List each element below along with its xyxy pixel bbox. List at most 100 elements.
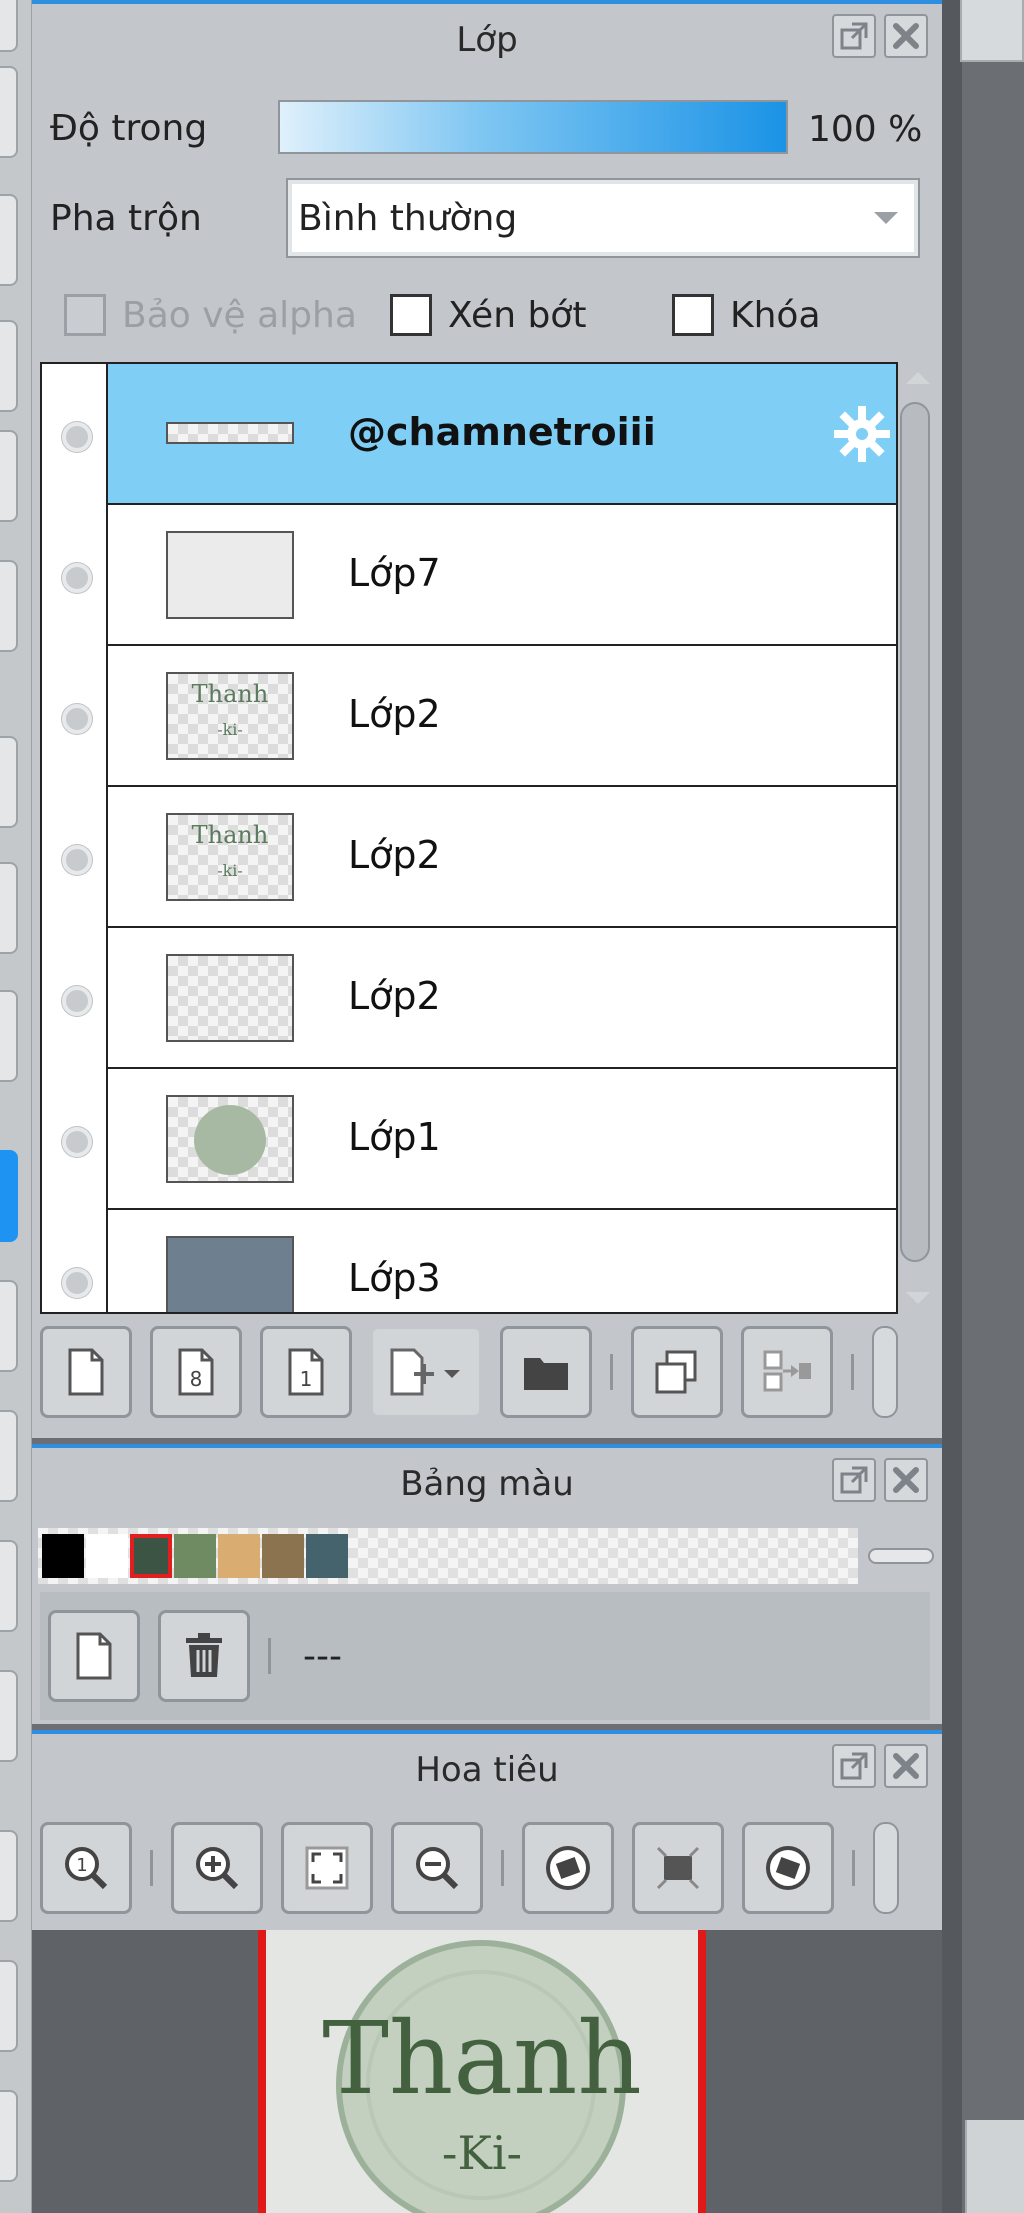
color-swatch[interactable] xyxy=(86,1534,128,1578)
thumbnail-text: Thanh xyxy=(191,821,269,849)
color-swatch[interactable] xyxy=(306,1534,348,1578)
left-strip-button[interactable] xyxy=(0,990,18,1082)
visibility-icon[interactable] xyxy=(62,422,92,452)
zoom-in-button[interactable] xyxy=(171,1822,263,1914)
rotate-right-button[interactable] xyxy=(742,1822,834,1914)
left-strip-button[interactable] xyxy=(0,430,18,522)
gear-icon[interactable] xyxy=(832,404,892,464)
left-strip-button[interactable] xyxy=(0,736,18,828)
left-strip-button[interactable] xyxy=(0,1540,18,1632)
lock-checkbox[interactable]: Khóa xyxy=(672,294,821,336)
clipping-label: Xén bớt xyxy=(448,294,587,336)
layer-scrollbar[interactable] xyxy=(898,362,934,1314)
layer-row[interactable]: @chamnetroiii xyxy=(42,364,896,505)
toolbar-overflow-handle[interactable] xyxy=(872,1326,898,1418)
layer-name: Lớp7 xyxy=(348,551,441,595)
popout-icon[interactable] xyxy=(832,1458,876,1502)
blend-mode-select[interactable]: Bình thường xyxy=(286,178,920,258)
layer-panel-titlebar[interactable]: Lớp xyxy=(32,4,942,76)
swatch-scrollbar[interactable] xyxy=(866,1528,936,1584)
left-strip-button[interactable] xyxy=(0,1280,18,1372)
close-icon[interactable] xyxy=(884,14,928,58)
opacity-value: 100 % xyxy=(808,109,923,150)
layer-visibility-cell xyxy=(42,646,108,787)
visibility-icon[interactable] xyxy=(62,1127,92,1157)
new-8bit-layer-button[interactable]: 8 xyxy=(150,1326,242,1418)
visibility-icon[interactable] xyxy=(62,986,92,1016)
visibility-icon[interactable] xyxy=(62,563,92,593)
layer-row[interactable]: Lớp2 xyxy=(42,928,896,1069)
left-strip-button[interactable] xyxy=(0,2090,18,2182)
close-icon[interactable] xyxy=(884,1744,928,1788)
scroll-thumb[interactable] xyxy=(900,402,930,1262)
fit-canvas-button[interactable] xyxy=(632,1822,724,1914)
right-scroll-corner[interactable] xyxy=(965,2120,1024,2213)
protect-alpha-checkbox[interactable]: Bảo vệ alpha xyxy=(64,294,357,336)
add-layer-menu-button[interactable] xyxy=(370,1326,482,1418)
layer-row[interactable]: Thanh -ki- Lớp2 xyxy=(42,787,896,928)
toolbar-separator xyxy=(501,1850,504,1886)
zoom-actual-size-button[interactable]: 1 xyxy=(40,1822,132,1914)
left-strip-button[interactable] xyxy=(0,1830,18,1922)
visibility-icon[interactable] xyxy=(62,1268,92,1298)
scroll-down-icon[interactable] xyxy=(906,1292,930,1304)
visibility-icon[interactable] xyxy=(62,845,92,875)
new-palette-button[interactable] xyxy=(48,1610,140,1702)
layer-row[interactable]: Lớp7 xyxy=(42,505,896,646)
toolbar-separator xyxy=(610,1354,613,1390)
left-strip-button[interactable] xyxy=(0,0,18,52)
color-swatch[interactable] xyxy=(218,1534,260,1578)
layer-panel-title: Lớp xyxy=(456,20,518,60)
navigator-preview[interactable]: Thanh -Ki- xyxy=(32,1930,942,2213)
color-swatch[interactable] xyxy=(174,1534,216,1578)
visibility-icon[interactable] xyxy=(62,704,92,734)
right-panel-tab[interactable] xyxy=(960,0,1024,62)
clipping-checkbox[interactable]: Xén bớt xyxy=(390,294,586,336)
folder-icon xyxy=(524,1358,568,1390)
color-swatch[interactable] xyxy=(130,1534,172,1578)
delete-palette-button[interactable] xyxy=(158,1610,250,1702)
zoom-out-button[interactable] xyxy=(391,1822,483,1914)
swatch-scroll-thumb[interactable] xyxy=(868,1548,934,1564)
navigator-panel-titlebar[interactable]: Hoa tiêu xyxy=(32,1734,942,1806)
rotate-left-button[interactable] xyxy=(522,1822,614,1914)
left-strip-button[interactable] xyxy=(0,320,18,412)
layer-visibility-cell xyxy=(42,505,108,646)
color-swatch[interactable] xyxy=(42,1534,84,1578)
popout-icon[interactable] xyxy=(832,14,876,58)
left-strip-button[interactable] xyxy=(0,1960,18,2052)
left-strip-button-active[interactable] xyxy=(0,1150,18,1242)
palette-toolbar-row: --- xyxy=(48,1592,342,1720)
left-strip-button[interactable] xyxy=(0,1410,18,1502)
left-strip-button[interactable] xyxy=(0,194,18,286)
duplicate-layer-button[interactable] xyxy=(631,1326,723,1418)
palette-panel-title: Bảng màu xyxy=(400,1464,574,1504)
merge-down-button[interactable] xyxy=(741,1326,833,1418)
toolbar-overflow-handle[interactable] xyxy=(873,1822,899,1914)
left-strip-button[interactable] xyxy=(0,560,18,652)
fit-canvas-icon xyxy=(656,1846,700,1890)
left-strip-button[interactable] xyxy=(0,66,18,158)
chevron-down-icon xyxy=(874,212,898,224)
zoom-in-icon xyxy=(196,1847,239,1890)
left-strip-button[interactable] xyxy=(0,862,18,954)
fit-to-screen-button[interactable] xyxy=(281,1822,373,1914)
toolbar-separator xyxy=(852,1850,855,1886)
zoom-one-icon: 1 xyxy=(65,1847,108,1890)
new-1bit-layer-button[interactable]: 1 xyxy=(260,1326,352,1418)
left-strip-button[interactable] xyxy=(0,1670,18,1762)
palette-panel-titlebar[interactable]: Bảng màu xyxy=(32,1448,942,1520)
layer-name: Lớp3 xyxy=(348,1256,441,1300)
new-folder-button[interactable] xyxy=(500,1326,592,1418)
layer-row[interactable]: Lớp3 xyxy=(42,1210,896,1312)
color-swatch[interactable] xyxy=(262,1534,304,1578)
layer-row[interactable]: Lớp1 xyxy=(42,1069,896,1210)
opacity-slider[interactable] xyxy=(278,100,788,154)
close-icon[interactable] xyxy=(884,1458,928,1502)
canvas-preview[interactable]: Thanh -Ki- xyxy=(258,1930,706,2213)
layer-row[interactable]: Thanh -ki- Lớp2 xyxy=(42,646,896,787)
new-raster-layer-button[interactable] xyxy=(40,1326,132,1418)
popout-icon[interactable] xyxy=(832,1744,876,1788)
toolbar-separator xyxy=(268,1638,271,1674)
scroll-up-icon[interactable] xyxy=(906,372,930,384)
